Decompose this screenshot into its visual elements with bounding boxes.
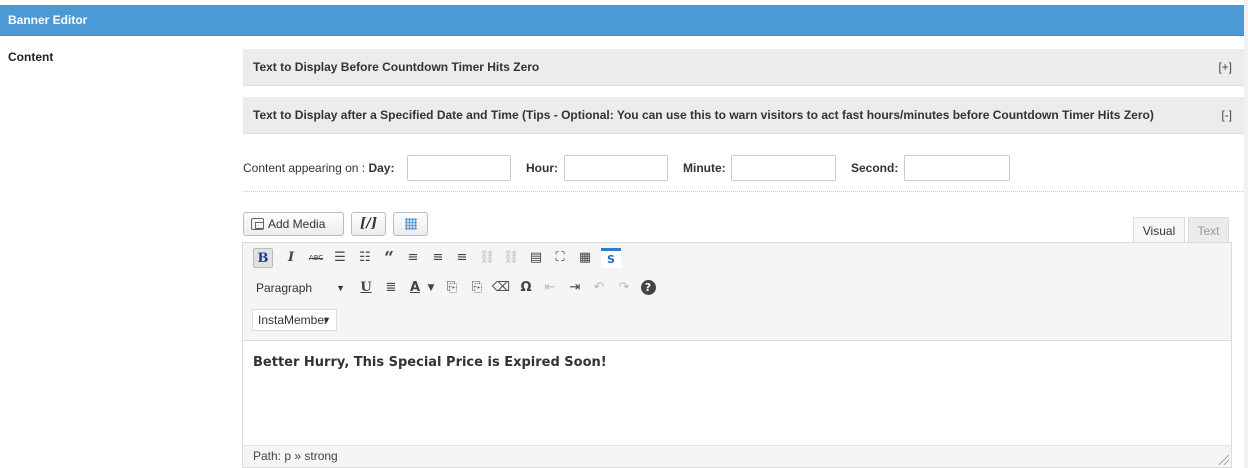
link-icon[interactable]: ⛓ — [477, 248, 497, 268]
add-media-label: Add Media — [268, 217, 326, 231]
numbered-list-icon[interactable]: ☷ — [355, 248, 375, 268]
instamember-select-value: InstaMember — [258, 313, 329, 327]
divider — [243, 191, 1244, 192]
hour-label: Hour: — [526, 161, 558, 175]
minute-label: Minute: — [683, 161, 726, 175]
format-select[interactable]: Paragraph ▼ — [251, 278, 350, 300]
path-label: Path: p » strong — [253, 449, 338, 463]
undo-button[interactable]: ↶ — [589, 278, 609, 298]
minute-field[interactable] — [731, 155, 836, 181]
hour-field[interactable] — [564, 155, 668, 181]
bold-button[interactable]: B — [253, 248, 273, 268]
bullet-list-icon[interactable]: ☰ — [330, 248, 350, 268]
outdent-icon[interactable]: ⇤ — [540, 278, 560, 298]
media-icon — [251, 218, 264, 230]
grid-button[interactable] — [393, 212, 428, 236]
grid-dots-icon — [405, 218, 417, 230]
s-button[interactable]: S — [601, 248, 621, 268]
rich-text-editor: B I ABC ☰ ☷ “ ≡ ≡ ≡ ⛓ ⛓ ▤ ⛶ ▦ S Paragrap… — [242, 242, 1232, 468]
justify-icon[interactable]: ≣ — [381, 278, 401, 298]
paste-text-icon[interactable]: ⎘ — [442, 278, 462, 298]
help-icon[interactable]: ? — [638, 278, 658, 298]
editor-content[interactable]: Better Hurry, This Special Price is Expi… — [253, 355, 607, 370]
chevron-down-icon: ▼ — [322, 315, 331, 325]
italic-button[interactable]: I — [281, 248, 301, 268]
schedule-prefix: Content appearing on : Day: — [243, 161, 395, 175]
second-field[interactable] — [904, 155, 1010, 181]
fullscreen-icon[interactable]: ⛶ — [550, 248, 570, 268]
indent-icon[interactable]: ⇥ — [565, 278, 585, 298]
kitchen-sink-icon[interactable]: ▦ — [575, 248, 595, 268]
more-tag-icon[interactable]: ▤ — [526, 248, 546, 268]
tab-visual[interactable]: Visual — [1133, 217, 1185, 243]
editor-toolbar: B I ABC ☰ ☷ “ ≡ ≡ ≡ ⛓ ⛓ ▤ ⛶ ▦ S Paragrap… — [243, 243, 1231, 341]
accordion-title: Text to Display after a Specified Date a… — [253, 108, 1154, 122]
format-select-value: Paragraph — [256, 281, 313, 295]
tab-text[interactable]: Text — [1188, 217, 1229, 243]
redo-button[interactable]: ↷ — [614, 278, 634, 298]
panel-title: Banner Editor — [0, 5, 1244, 36]
eraser-icon[interactable]: ⌫ — [491, 278, 511, 298]
align-right-icon[interactable]: ≡ — [452, 248, 472, 268]
align-left-icon[interactable]: ≡ — [403, 248, 423, 268]
second-label: Second: — [851, 161, 899, 175]
instamember-select[interactable]: InstaMember ▼ — [252, 309, 337, 331]
unlink-icon[interactable]: ⛓ — [501, 248, 521, 268]
align-center-icon[interactable]: ≡ — [428, 248, 448, 268]
accordion-before-zero[interactable]: Text to Display Before Countdown Timer H… — [243, 49, 1244, 86]
collapse-toggle[interactable]: [-] — [1221, 97, 1232, 133]
chevron-down-icon: ▼ — [336, 283, 345, 293]
shortcode-button[interactable]: [/] — [351, 212, 386, 236]
add-media-button[interactable]: Add Media — [243, 212, 344, 236]
banner-editor-panel: Banner Editor Content Text to Display Be… — [0, 0, 1244, 468]
accordion-title: Text to Display Before Countdown Timer H… — [253, 60, 540, 74]
expand-toggle[interactable]: [+] — [1218, 49, 1232, 85]
editor-statusbar: Path: p » strong — [243, 445, 1231, 467]
day-field[interactable] — [407, 155, 511, 181]
paste-word-icon[interactable]: ⎘ — [467, 278, 487, 298]
blockquote-button[interactable]: “ — [379, 248, 399, 268]
accordion-after-date[interactable]: Text to Display after a Specified Date a… — [243, 97, 1244, 134]
resize-handle-icon[interactable] — [1219, 455, 1229, 465]
content-label: Content — [8, 50, 54, 64]
chevron-down-icon[interactable]: ▼ — [421, 278, 441, 298]
underline-button[interactable]: U — [356, 278, 376, 298]
special-char-button[interactable]: Ω — [516, 278, 536, 298]
strikethrough-button[interactable]: ABC — [306, 248, 326, 268]
